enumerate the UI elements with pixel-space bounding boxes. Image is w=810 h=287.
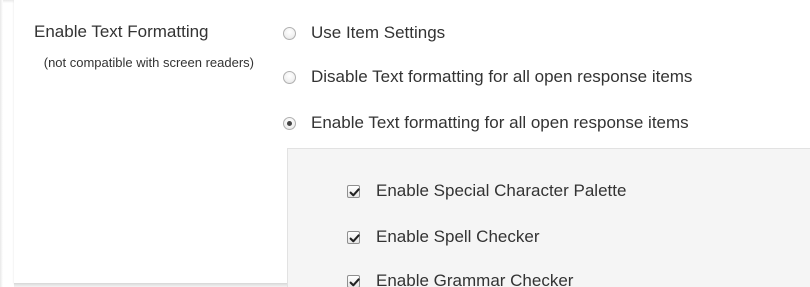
checkbox-spell-checker[interactable]: Enable Spell Checker xyxy=(347,226,539,248)
left-edge-shadow xyxy=(0,0,3,287)
checkbox-special-character-palette[interactable]: Enable Special Character Palette xyxy=(347,180,626,202)
checkbox-grammar-checker[interactable]: Enable Grammar Checker xyxy=(347,270,573,287)
checkbox[interactable] xyxy=(347,230,360,244)
checkbox[interactable] xyxy=(347,274,360,287)
radio-button[interactable] xyxy=(283,26,296,40)
radio-label: Use Item Settings xyxy=(311,23,446,42)
checkbox-label: Enable Spell Checker xyxy=(376,227,540,246)
checkbox-label: Enable Grammar Checker xyxy=(376,271,574,287)
radio-button[interactable] xyxy=(283,70,296,84)
radio-enable-text-formatting[interactable]: Enable Text formatting for all open resp… xyxy=(283,112,689,134)
checkbox[interactable] xyxy=(347,184,360,198)
setting-note: (not compatible with screen readers) xyxy=(43,55,254,70)
checkmark-icon xyxy=(349,233,360,242)
checkmark-icon xyxy=(349,187,360,196)
radio-disable-text-formatting[interactable]: Disable Text formatting for all open res… xyxy=(283,66,692,88)
text-formatting-settings: Enable Text Formatting (not compatible w… xyxy=(0,0,810,287)
checkmark-icon xyxy=(349,277,360,286)
radio-label: Disable Text formatting for all open res… xyxy=(311,67,693,86)
setting-label: Enable Text Formatting xyxy=(34,22,209,41)
checkbox-label: Enable Special Character Palette xyxy=(376,181,627,200)
radio-button-selected[interactable] xyxy=(283,116,296,130)
radio-use-item-settings[interactable]: Use Item Settings xyxy=(283,22,445,44)
formatting-options-panel xyxy=(287,148,810,287)
radio-label: Enable Text formatting for all open resp… xyxy=(311,113,689,132)
